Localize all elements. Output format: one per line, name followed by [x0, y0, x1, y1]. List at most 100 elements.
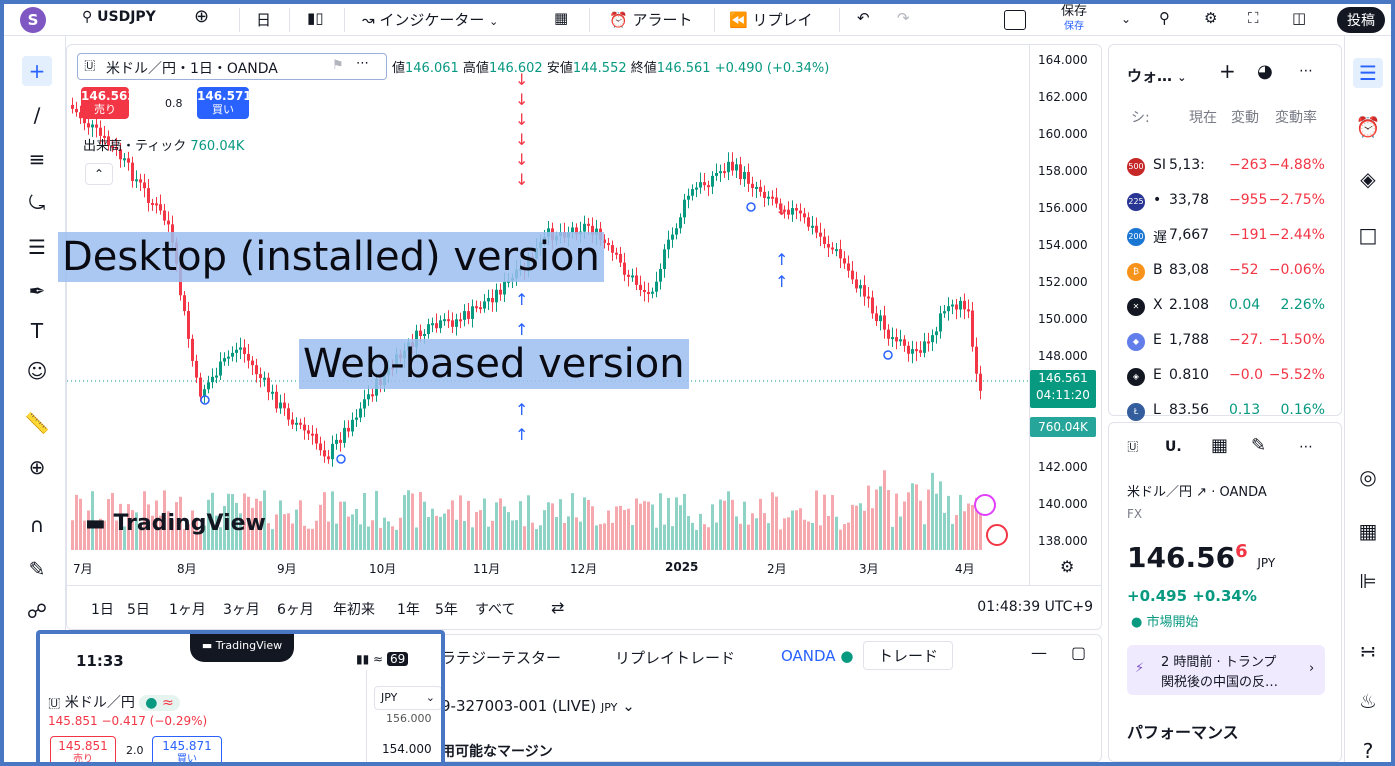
mobile-buy-button[interactable]: 145.871 買い: [152, 736, 222, 762]
watchlist-row[interactable]: ◈ E 0.810 −0.0 −5.52%: [1109, 359, 1343, 395]
candle-body: [695, 187, 698, 190]
save-chevron-icon[interactable]: ⌄: [1121, 12, 1131, 26]
range-button[interactable]: 6ヶ月: [277, 599, 314, 619]
col-change[interactable]: 変動: [1231, 107, 1259, 127]
range-button[interactable]: 1日: [91, 599, 114, 619]
alarm-clock-icon[interactable]: ⏰: [1353, 112, 1383, 142]
more-icon[interactable]: ⋯: [356, 56, 369, 71]
pie-chart-icon[interactable]: ◕: [1257, 61, 1273, 82]
candlestick-chart[interactable]: ↓↓↓↓↓↓↑↑↑↑↓↑↑: [67, 45, 1029, 585]
maximize-icon[interactable]: ▢: [1071, 643, 1086, 662]
more-icon[interactable]: ⋯: [1299, 439, 1313, 455]
tab-replay-trade[interactable]: リプレイトレード: [615, 647, 735, 668]
replay-button[interactable]: ⏪ リプレイ: [729, 9, 812, 30]
lock-pencil-icon[interactable]: ✎: [22, 554, 52, 584]
buy-button[interactable]: 146.571 買い: [197, 87, 252, 119]
sell-button[interactable]: 146.563 売り: [81, 87, 136, 119]
candle-type-icon[interactable]: ▮▯: [307, 9, 324, 27]
watchlist-title[interactable]: ウォ… ⌄: [1127, 65, 1186, 86]
volume-bar: [463, 521, 466, 550]
trendline-icon[interactable]: ∕: [22, 100, 52, 130]
layout-grid-icon[interactable]: ▦: [554, 9, 568, 27]
target-icon[interactable]: ◎: [1353, 462, 1383, 492]
interval-button[interactable]: 日: [256, 9, 271, 30]
watchlist-row[interactable]: 500 SI 5,13: −263 −4.88%: [1109, 149, 1343, 185]
broadcast-icon[interactable]: ∺: [1353, 636, 1383, 666]
symbol-search-button[interactable]: ⚲ USDJPY: [82, 9, 156, 25]
symbol-title-box[interactable]: 🇺 米ドル／円・1日・OANDA ⚑ ⋯: [77, 53, 387, 80]
watchlist-row[interactable]: 225 • 33,78 −955 −2.75%: [1109, 184, 1343, 220]
pattern-icon[interactable]: ⤿: [22, 188, 52, 218]
col-last[interactable]: 現在: [1189, 107, 1217, 127]
goto-date-icon[interactable]: ⇄: [551, 598, 564, 617]
option-icon[interactable]: ⊫: [1353, 566, 1383, 596]
news-card[interactable]: ⚡ 2 時間前 · トランプ 関税後の中国の反… ›: [1127, 645, 1325, 695]
range-button[interactable]: 年初来: [333, 599, 375, 619]
tab-strategy-tester[interactable]: ラテジーテスター: [441, 647, 561, 668]
fullscreen-icon[interactable]: ⛶: [1248, 9, 1259, 27]
tab-oanda[interactable]: OANDA ●: [781, 647, 853, 665]
layers-icon[interactable]: ◈: [1353, 164, 1383, 194]
range-button[interactable]: 1ヶ月: [169, 599, 206, 619]
mobile-symbol-line[interactable]: 🇺 米ドル／円 ● ≈: [48, 692, 180, 712]
brush-icon[interactable]: ✒: [22, 276, 52, 306]
magnet-icon[interactable]: ∩: [22, 510, 52, 540]
candle-body: [743, 171, 746, 180]
chat-icon[interactable]: □: [1353, 220, 1383, 250]
emoji-icon[interactable]: ☺: [22, 356, 52, 386]
calendar-icon[interactable]: ▦: [1353, 516, 1383, 546]
account-selector[interactable]: 9-327003-001 (LIVE) JPY ⌄: [441, 697, 635, 715]
grid-icon[interactable]: ▦: [1211, 435, 1228, 456]
chart-clock[interactable]: 01:48:39 UTC+9: [977, 599, 1093, 615]
help-icon[interactable]: ?: [1353, 736, 1383, 766]
text-icon[interactable]: T: [22, 316, 52, 346]
user-avatar[interactable]: S: [20, 7, 46, 33]
ruler-icon[interactable]: 📏: [22, 408, 52, 438]
bell-icon[interactable]: ♨: [1353, 686, 1383, 716]
watchlist-row[interactable]: ✕ X 2.108 0.04 2.26%: [1109, 289, 1343, 325]
axis-settings-icon[interactable]: ⚙: [1060, 557, 1074, 576]
fib-icon[interactable]: ☰: [22, 232, 52, 262]
alert-button[interactable]: ⏰ アラート: [609, 9, 692, 30]
post-button[interactable]: 投稿: [1337, 7, 1385, 33]
watchlist-icon[interactable]: ☰: [1353, 58, 1383, 88]
watchlist-row[interactable]: ₿ B 83,08 −52 −0.06%: [1109, 254, 1343, 290]
indicators-button[interactable]: ↝ インジケーター ⌄: [362, 9, 498, 30]
compare-add-icon[interactable]: ⊕: [194, 6, 209, 27]
quick-search-icon[interactable]: ⚲: [1159, 9, 1170, 27]
edit-icon[interactable]: ✎: [1251, 435, 1266, 456]
undo-icon[interactable]: ↶: [857, 9, 870, 27]
candle-body: [919, 350, 922, 353]
lock-icon[interactable]: ☍: [22, 596, 52, 626]
trade-button[interactable]: トレード: [863, 641, 954, 670]
event-flag-icon[interactable]: [986, 524, 1008, 546]
add-symbol-icon[interactable]: +: [1219, 59, 1236, 83]
event-marker-icon[interactable]: [974, 494, 996, 516]
mobile-sell-button[interactable]: 145.851 売り: [50, 736, 116, 762]
price-axis[interactable]: 164.000 162.000 160.000 158.000 156.000 154.0…: [1029, 45, 1101, 585]
range-button[interactable]: 1年: [397, 599, 420, 619]
volume-bar: [419, 492, 422, 550]
watchlist-row[interactable]: ◆ E 1,788 −27. −1.50%: [1109, 324, 1343, 360]
range-button[interactable]: すべて: [475, 599, 515, 619]
mobile-currency-select[interactable]: JPY ⌄: [374, 686, 441, 710]
watchlist-row[interactable]: 200 遅 7,667 −191 −2.44%: [1109, 219, 1343, 255]
chart-area[interactable]: ↓ ↓ ↓ ↓ ↓ ↓ ↑ ↑ ↑ ↑ ↓ ↑ ↑ 🇺 米ドル／円・1日・OANDA ⚑ ⋯ 値146.…: [66, 44, 1102, 630]
settings-gear-icon[interactable]: ⚙: [1204, 9, 1217, 27]
range-button[interactable]: 5年: [435, 599, 458, 619]
detail-name-line[interactable]: 米ドル／円 ↗ · OANDA: [1127, 481, 1267, 500]
collapse-chevron-icon[interactable]: ⌃: [85, 163, 113, 185]
col-change-pct[interactable]: 変動率: [1275, 107, 1317, 127]
col-symbol[interactable]: シ:: [1131, 107, 1150, 127]
more-icon[interactable]: ⋯: [1299, 63, 1313, 79]
range-button[interactable]: 5日: [127, 599, 150, 619]
range-button[interactable]: 3ヶ月: [223, 599, 260, 619]
save-button[interactable]: 保存 保存: [1061, 4, 1087, 34]
minimize-icon[interactable]: —: [1031, 643, 1047, 662]
fullscreen-box-icon[interactable]: [1004, 10, 1026, 30]
zoom-in-icon[interactable]: ⊕: [22, 452, 52, 482]
camera-icon[interactable]: ◫: [1292, 9, 1306, 27]
horizontal-lines-icon[interactable]: ≡: [22, 144, 52, 174]
redo-icon[interactable]: ↷: [897, 9, 910, 27]
crosshair-icon[interactable]: +: [22, 56, 52, 86]
